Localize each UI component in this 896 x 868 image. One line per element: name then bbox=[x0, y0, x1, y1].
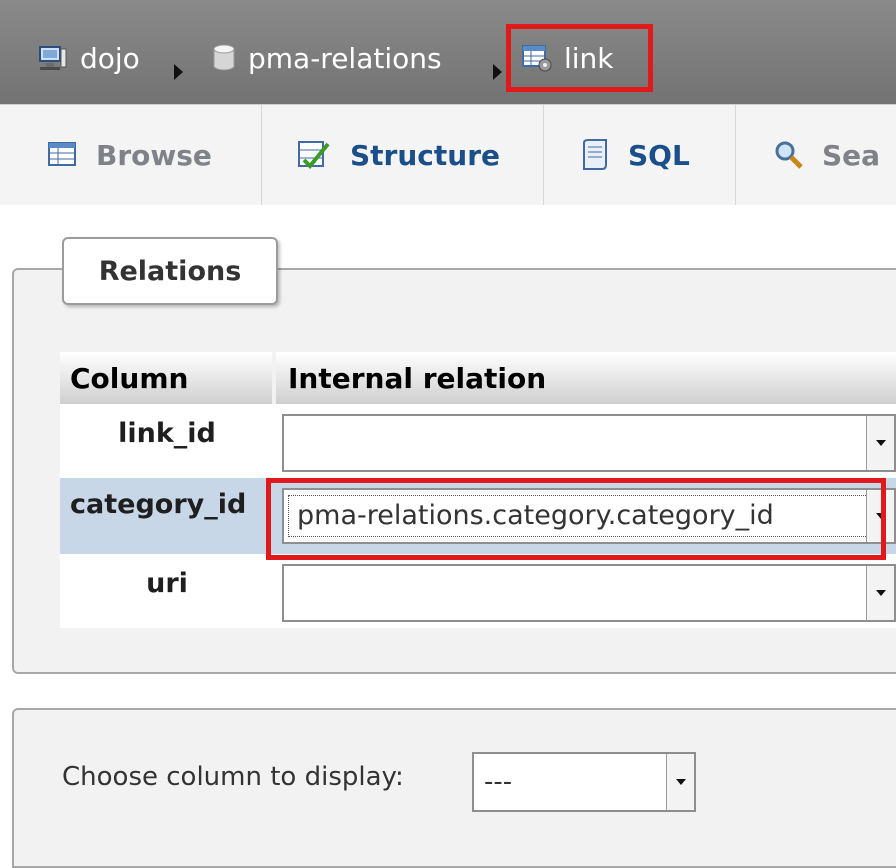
breadcrumb-database-label: pma-relations bbox=[248, 41, 442, 75]
tab-sql-label: SQL bbox=[628, 138, 690, 172]
column-header: Column bbox=[60, 352, 274, 404]
highlight-box-table bbox=[506, 24, 653, 92]
tab-bar: Browse Structure SQL Sea bbox=[0, 104, 896, 205]
breadcrumb-server[interactable]: dojo bbox=[38, 38, 140, 78]
tab-browse-label: Browse bbox=[96, 138, 212, 172]
breadcrumb-separator-arrow-icon bbox=[174, 64, 183, 80]
row-column-name: link_id bbox=[118, 417, 216, 449]
server-computer-icon bbox=[39, 46, 67, 70]
chevron-down-icon[interactable] bbox=[866, 416, 894, 470]
internal-relation-select[interactable] bbox=[282, 564, 896, 622]
row-column-name: uri bbox=[146, 567, 188, 599]
breadcrumb-separator-arrow-icon bbox=[493, 64, 502, 80]
chevron-down-icon[interactable] bbox=[866, 566, 894, 620]
select-value: --- bbox=[484, 767, 513, 797]
tab-sql[interactable]: SQL bbox=[544, 105, 736, 205]
highlight-box-category-relation bbox=[266, 478, 886, 560]
tab-structure[interactable]: Structure bbox=[262, 105, 544, 205]
browse-table-icon bbox=[48, 142, 76, 166]
tab-structure-label: Structure bbox=[350, 138, 501, 172]
database-cylinder-icon bbox=[213, 44, 235, 71]
display-column-select[interactable]: --- bbox=[472, 752, 696, 812]
breadcrumb-server-label: dojo bbox=[80, 41, 140, 75]
relations-legend: Relations bbox=[62, 237, 278, 305]
table-row: uri bbox=[60, 554, 896, 628]
search-magnifier-icon bbox=[775, 141, 803, 169]
structure-icon bbox=[298, 141, 330, 169]
tab-search[interactable]: Sea bbox=[736, 105, 896, 205]
breadcrumb-database[interactable]: pma-relations bbox=[212, 38, 442, 78]
table-row: link_id bbox=[60, 404, 896, 478]
internal-relation-select[interactable] bbox=[282, 414, 896, 472]
tab-search-label: Sea bbox=[822, 138, 881, 172]
chevron-down-icon[interactable] bbox=[666, 754, 694, 810]
choose-column-label: Choose column to display: bbox=[62, 762, 404, 792]
sql-page-icon bbox=[583, 139, 607, 170]
row-column-name: category_id bbox=[70, 488, 247, 520]
internal-relation-header: Internal relation bbox=[276, 352, 896, 404]
tab-browse[interactable]: Browse bbox=[0, 105, 262, 205]
